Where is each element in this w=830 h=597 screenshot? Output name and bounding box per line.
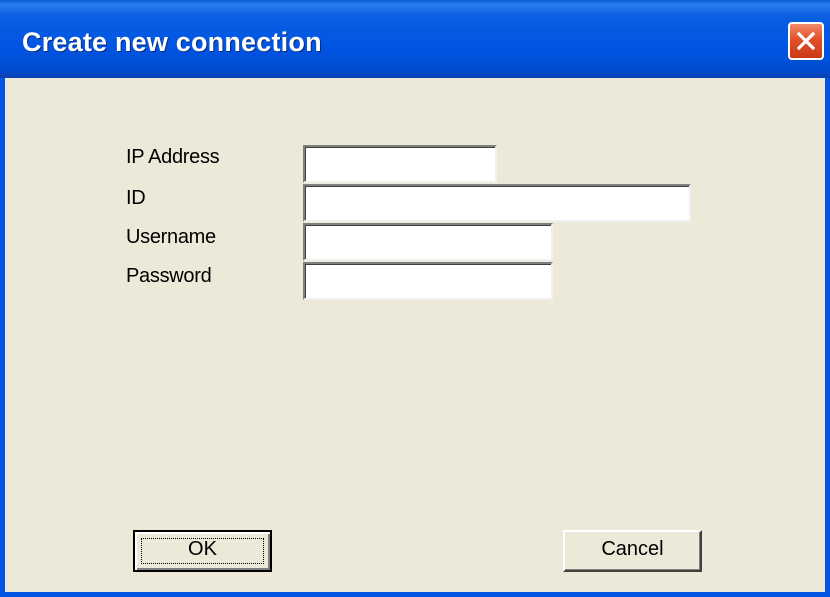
window-border-left [0, 78, 5, 597]
ok-button-label: OK [188, 538, 217, 560]
window-title: Create new connection [22, 27, 322, 57]
id-label: ID [126, 187, 146, 209]
ok-button[interactable]: OK [133, 530, 272, 572]
ip-address-input[interactable] [303, 145, 497, 183]
window-border-bottom [0, 592, 830, 597]
title-bar[interactable]: Create new connection [0, 0, 830, 78]
username-label: Username [126, 226, 216, 248]
cancel-button-label: Cancel [601, 538, 664, 560]
create-connection-dialog: Create new connection IP Address ID User… [0, 0, 830, 597]
close-button[interactable] [788, 22, 824, 60]
close-icon [797, 32, 815, 50]
window-border-right [825, 78, 830, 597]
password-input[interactable] [303, 262, 553, 300]
cancel-button[interactable]: Cancel [563, 530, 702, 572]
id-input[interactable] [303, 184, 691, 222]
password-label: Password [126, 265, 212, 287]
username-input[interactable] [303, 223, 553, 261]
ip-address-label: IP Address [126, 146, 220, 168]
